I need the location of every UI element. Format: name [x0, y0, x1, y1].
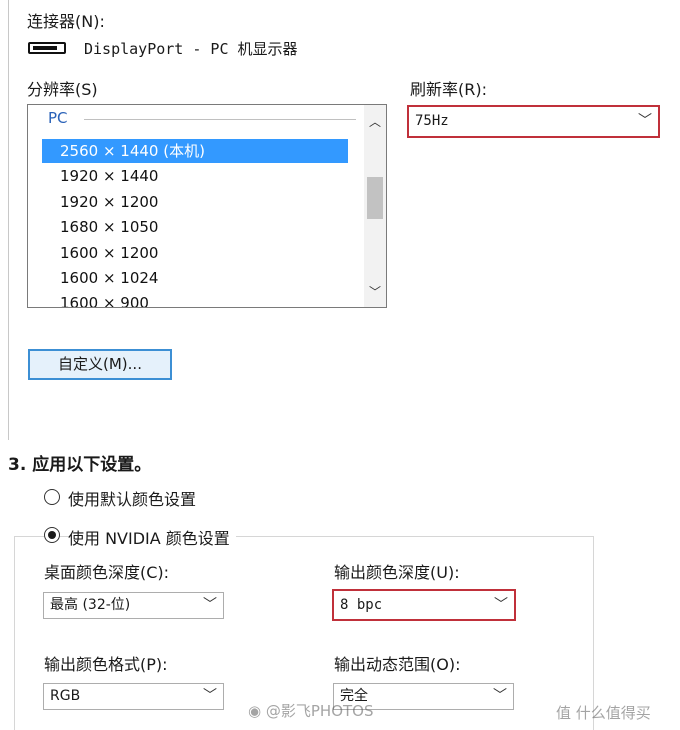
output-color-depth-dropdown[interactable]: 8 bpc ﹀ [332, 589, 516, 621]
chevron-down-icon: ﹀ [203, 688, 217, 704]
refresh-rate-label: 刷新率(R): [410, 80, 487, 99]
resolution-list[interactable]: PC 2560 × 1440 (本机) 1920 × 1440 1920 × 1… [27, 104, 387, 308]
scrollbar-thumb[interactable] [367, 177, 383, 219]
site-watermark: 值 什么值得买 [556, 702, 651, 723]
connector-value: DisplayPort - PC 机显示器 [84, 40, 298, 58]
chevron-down-icon: ﹀ [494, 597, 508, 613]
default-color-radio[interactable] [44, 489, 60, 505]
chevron-down-icon: ﹀ [638, 113, 652, 129]
displayport-connector-icon [28, 42, 66, 54]
output-color-format-dropdown[interactable]: RGB ﹀ [43, 683, 224, 710]
scroll-up-icon[interactable]: ︿ [364, 111, 386, 133]
section-title: 3. 应用以下设置。 [8, 455, 152, 475]
default-color-label[interactable]: 使用默认颜色设置 [68, 486, 196, 510]
resolution-item[interactable]: 1600 × 1200 [42, 241, 348, 265]
resolution-item[interactable]: 1920 × 1440 [42, 164, 348, 188]
weibo-watermark: ◉ @影飞PHOTOS [248, 700, 374, 721]
resolution-item[interactable]: 2560 × 1440 (本机) [42, 139, 348, 163]
desktop-color-depth-dropdown[interactable]: 最高 (32-位) ﹀ [43, 592, 224, 619]
output-color-depth-value: 8 bpc [340, 597, 383, 613]
output-color-format-label: 输出颜色格式(P): [44, 655, 168, 674]
weibo-icon: ◉ [248, 702, 262, 720]
desktop-color-depth-label: 桌面颜色深度(C): [44, 563, 170, 582]
refresh-rate-dropdown[interactable]: 75Hz ﹀ [407, 105, 660, 138]
site-logo-icon: 值 [556, 704, 572, 722]
site-watermark-text: 什么值得买 [575, 704, 651, 722]
resolution-item[interactable]: 1600 × 1024 [42, 266, 348, 290]
scroll-down-icon[interactable]: ﹀ [364, 281, 386, 303]
resolution-group-header: PC [48, 109, 68, 127]
refresh-rate-value: 75Hz [415, 113, 449, 129]
chevron-down-icon: ﹀ [203, 597, 217, 613]
nvidia-color-radio[interactable] [44, 527, 60, 543]
connector-label: 连接器(N): [27, 12, 105, 31]
left-divider [8, 0, 9, 440]
nvidia-color-label[interactable]: 使用 NVIDIA 颜色设置 [68, 525, 236, 549]
output-color-depth-label: 输出颜色深度(U): [334, 563, 460, 582]
weibo-watermark-text: @影飞PHOTOS [265, 702, 374, 720]
desktop-color-depth-value: 最高 (32-位) [50, 597, 131, 613]
resolution-scrollbar[interactable]: ︿ ﹀ [364, 105, 386, 307]
resolution-item[interactable]: 1920 × 1200 [42, 190, 348, 214]
resolution-item[interactable]: 1600 × 900 [42, 291, 348, 307]
output-color-format-value: RGB [50, 688, 81, 704]
chevron-down-icon: ﹀ [493, 688, 507, 704]
group-divider [84, 119, 356, 120]
resolution-label: 分辨率(S) [27, 80, 98, 99]
output-dynamic-range-label: 输出动态范围(O): [334, 655, 461, 674]
resolution-item[interactable]: 1680 × 1050 [42, 215, 348, 239]
custom-resolution-button[interactable]: 自定义(M)... [28, 349, 172, 380]
